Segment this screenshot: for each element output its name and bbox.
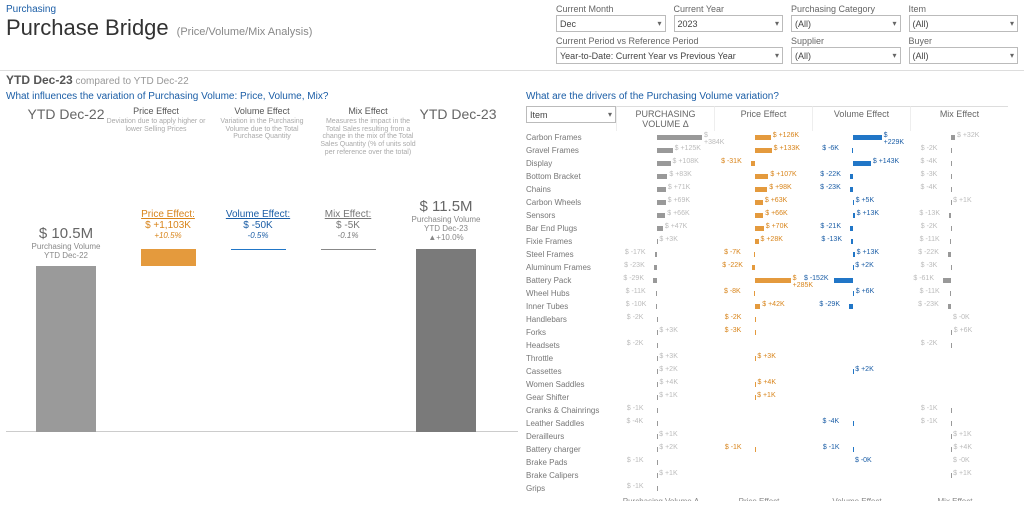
table-row[interactable]: Headsets$ -2K$ -2K [526,339,1018,352]
filter-buyer: Buyer (All) [909,36,1019,64]
select-month[interactable]: Dec [556,15,666,32]
right-question: What are the drivers of the Purchasing V… [526,91,1018,102]
table-row[interactable]: Sensors$ +66K$ +66K$ +13K$ -13K [526,209,1018,222]
left-question: What influences the variation of Purchas… [6,91,518,102]
table-row[interactable]: Cassettes$ +2K$ +2K [526,365,1018,378]
select-year[interactable]: 2023 [674,15,784,32]
table-row[interactable]: Women Saddles$ +4K$ +4K [526,378,1018,391]
table-row[interactable]: Derailleurs$ +1K$ +1K [526,430,1018,443]
table-row[interactable]: Gear Shifter$ +1K$ +1K [526,391,1018,404]
table-row[interactable]: Fixie Frames$ +3K$ +28K$ -13K$ -11K [526,235,1018,248]
select-item-table[interactable]: Item [526,106,616,123]
select-item[interactable]: (All) [909,15,1019,32]
table-header: PURCHASING VOLUME Δ Price Effect Volume … [616,106,1008,131]
table-row[interactable]: Wheel Hubs$ -11K$ -8K$ +6K$ -11K [526,287,1018,300]
table-row[interactable]: Grips$ -1K [526,482,1018,495]
page-title: Purchase Bridge (Price/Volume/Mix Analys… [6,15,556,41]
table-row[interactable]: Carbon Wheels$ +69K$ +63K$ +5K$ +1K [526,196,1018,209]
table-row[interactable]: Forks$ +3K$ -3K$ +6K [526,326,1018,339]
table-row[interactable]: Handlebars$ -2K$ -2K$ -0K [526,313,1018,326]
label-price[interactable]: Price Effect: $ +1,103K +10.5% [123,209,213,240]
table-row[interactable]: Gravel Frames$ +125K$ +133K$ -6K$ -2K [526,144,1018,157]
table-row[interactable]: Bar End Plugs$ +47K$ +70K$ -21K$ -2K [526,222,1018,235]
filter-supplier: Supplier (All) [791,36,901,64]
label-volume[interactable]: Volume Effect: $ -50K -0.5% [213,209,303,240]
table-row[interactable]: Display$ +108K$ -31K$ +143K$ -4K [526,157,1018,170]
table-row[interactable]: Leather Saddles$ -4K$ -4K$ -1K [526,417,1018,430]
table-row[interactable]: Battery charger$ +2K$ -1K$ -1K$ +4K [526,443,1018,456]
select-category[interactable]: (All) [791,15,901,32]
head-ref-period: YTD Dec-22 [26,106,106,156]
period-header: YTD Dec-23 compared to YTD Dec-22 [0,73,1024,91]
table-row[interactable]: Brake Pads$ -1K$ -0K$ -0K [526,456,1018,469]
table-row[interactable]: Cranks & Chainrings$ -1K$ -1K [526,404,1018,417]
head-cur-period: YTD Dec-23 [418,106,498,156]
table-row[interactable]: Battery Pack$ -29K$ +285K$ -152K$ -61K [526,274,1018,287]
table-row[interactable]: Steel Frames$ -17K$ -7K$ +13K$ -22K [526,248,1018,261]
filter-month: Current Month Dec [556,4,666,32]
filter-period: Current Period vs Reference Period Year-… [556,36,783,64]
table-row[interactable]: Aluminum Frames$ -23K$ -22K$ +2K$ -3K [526,261,1018,274]
drivers-table[interactable]: Carbon Frames$ +384K$ +126K$ +229K$ +32K… [526,131,1018,495]
waterfall-chart: $ 10.5M Purchasing Volume YTD Dec-22 Pri… [6,162,518,432]
filter-item: Item (All) [909,4,1019,32]
breadcrumb[interactable]: Purchasing [6,4,556,15]
select-supplier[interactable]: (All) [791,47,901,64]
table-row[interactable]: Brake Calipers$ +1K$ +1K [526,469,1018,482]
filter-year: Current Year 2023 [674,4,784,32]
table-row[interactable]: Carbon Frames$ +384K$ +126K$ +229K$ +32K [526,131,1018,144]
select-period[interactable]: Year-to-Date: Current Year vs Previous Y… [556,47,783,64]
table-footer: Purchasing Volume Δ Price Effect Volume … [526,497,1018,501]
filter-category: Purchasing Category (All) [791,4,901,32]
table-row[interactable]: Chains$ +71K$ +98K$ -23K$ -4K [526,183,1018,196]
label-start: $ 10.5M Purchasing Volume YTD Dec-22 [21,225,111,260]
table-row[interactable]: Inner Tubes$ -10K$ +42K$ -29K$ -23K [526,300,1018,313]
select-buyer[interactable]: (All) [909,47,1019,64]
label-end: $ 11.5M Purchasing Volume YTD Dec-23 ▲+1… [401,198,491,242]
table-row[interactable]: Bottom Bracket$ +83K$ +107K$ -22K$ -3K [526,170,1018,183]
label-mix[interactable]: Mix Effect: $ -5K -0.1% [303,209,393,240]
table-row[interactable]: Throttle$ +3K$ +3K [526,352,1018,365]
